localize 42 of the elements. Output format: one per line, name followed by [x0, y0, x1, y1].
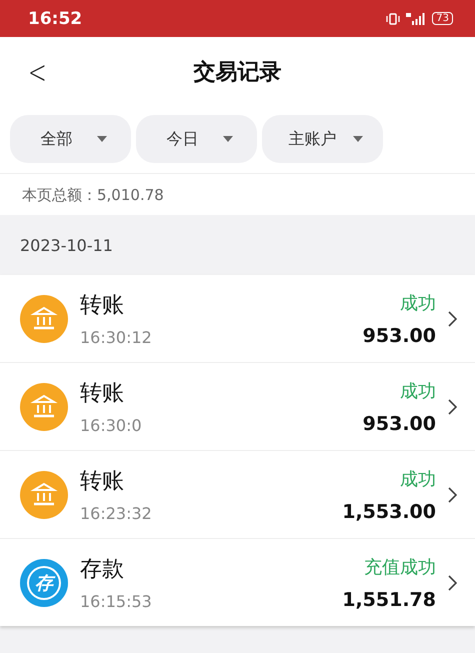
filter-dropdown[interactable]: 主账户	[262, 115, 383, 163]
transaction-type: 转账	[80, 292, 125, 320]
caret-icon	[352, 136, 363, 142]
filter-dropdown[interactable]: 今日	[136, 115, 257, 163]
filter-dropdown[interactable]: 全部	[10, 115, 131, 163]
transaction-amount: 1,551.78	[342, 588, 436, 610]
vibrate-icon	[386, 12, 400, 24]
transaction-type: 转账	[80, 468, 125, 496]
page-total: 本页总额：5,010.78	[0, 173, 475, 215]
bank-icon	[20, 382, 68, 430]
transaction-time: 16:15:53	[80, 592, 153, 611]
transaction-time: 16:30:0	[80, 416, 143, 435]
transaction-status: 成功	[400, 468, 436, 490]
bank-icon	[20, 470, 68, 518]
transaction-time: 16:30:12	[80, 328, 153, 347]
deposit-icon: 存	[20, 558, 68, 606]
transaction-status: 成功	[400, 380, 436, 402]
page-title: 交易记录	[194, 58, 282, 87]
transaction-row[interactable]: 存 存款 16:15:53 充值成功 1,551.78	[0, 539, 475, 626]
back-button[interactable]: <	[24, 53, 51, 91]
clock: 16:52	[28, 8, 82, 28]
date-header: 2023-10-11	[19, 234, 114, 256]
transaction-row[interactable]: 转账 16:30:12 成功 953.00	[0, 275, 475, 363]
battery-level: 73	[432, 12, 453, 25]
transaction-status: 充值成功	[364, 556, 436, 578]
transaction-amount: 1,553.00	[342, 500, 436, 522]
chevron-icon	[448, 486, 457, 502]
signal-icon	[406, 12, 426, 24]
transaction-amount: 953.00	[362, 324, 436, 346]
transaction-time: 16:23:32	[80, 504, 153, 523]
chevron-icon	[448, 310, 457, 326]
caret-icon	[222, 136, 233, 142]
chevron-icon	[448, 398, 457, 414]
transaction-type: 转账	[80, 380, 125, 408]
transaction-row[interactable]: 转账 16:30:0 成功 953.00	[0, 363, 475, 451]
bank-icon	[20, 294, 68, 342]
transaction-status: 成功	[400, 292, 436, 314]
chevron-icon	[448, 574, 457, 590]
transaction-row[interactable]: 转账 16:23:32 成功 1,553.00	[0, 451, 475, 539]
caret-icon	[96, 136, 107, 142]
transaction-type: 存款	[80, 556, 125, 584]
transaction-amount: 953.00	[362, 412, 436, 434]
